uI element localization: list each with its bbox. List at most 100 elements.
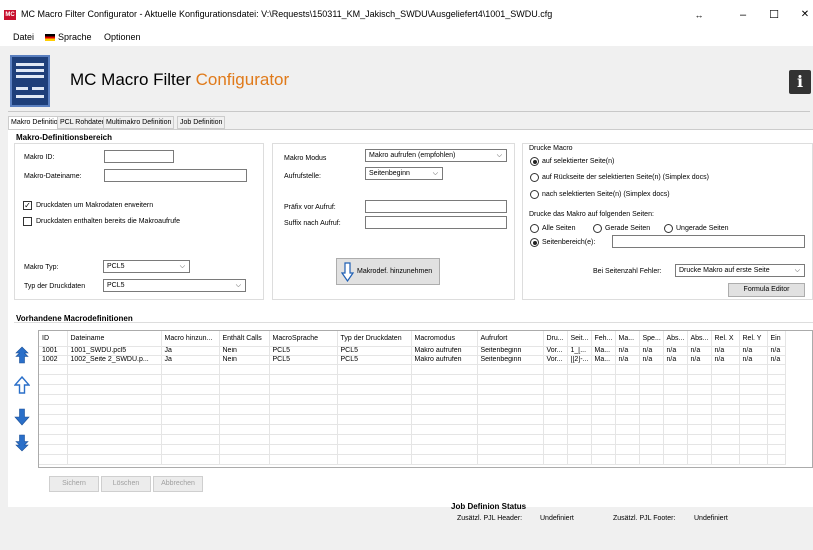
macro-definitions-table[interactable]: ID Dateiname Macro hinzun... Enthält Calls M… (38, 330, 813, 468)
empty-cell (615, 374, 640, 385)
radio-ungerade-seiten[interactable] (664, 224, 673, 233)
radio-alle-seiten[interactable] (530, 224, 539, 233)
makro-typ-select[interactable]: PCL5 ⌵ (103, 260, 190, 273)
column-header[interactable]: Enthält Calls (219, 331, 270, 347)
column-header[interactable]: Macro hinzun... (161, 331, 220, 347)
empty-cell (591, 434, 616, 445)
empty-cell (711, 424, 740, 435)
typ-druckdaten-select[interactable]: PCL5 ⌵ (103, 279, 246, 292)
move-bottom-button[interactable] (14, 434, 30, 452)
empty-cell (711, 384, 740, 395)
column-header[interactable]: Aufrufort (477, 331, 544, 347)
radio-nach[interactable] (530, 190, 539, 199)
maximize-button[interactable]: ☐ (764, 6, 784, 24)
radio-seitenbereich[interactable] (530, 238, 539, 247)
pjl-footer-value: Undefiniert (694, 515, 728, 522)
seitenzahl-fehler-select[interactable]: Drucke Makro auf erste Seite ⌵ (675, 264, 805, 277)
menu-sprache[interactable]: Sprache (45, 32, 92, 42)
formula-editor-button[interactable]: Formula Editor (728, 283, 805, 297)
column-header[interactable]: Spe... (639, 331, 664, 347)
empty-cell (543, 434, 568, 445)
restore-layout-button[interactable]: ↔ (689, 6, 709, 24)
radio-rueckseite[interactable] (530, 173, 539, 182)
makro-modus-select[interactable]: Makro aufrufen (empfohlen) ⌵ (365, 149, 507, 162)
column-header[interactable]: Ein (767, 331, 786, 347)
aufrufstelle-select[interactable]: Seitenbeginn ⌵ (365, 167, 443, 180)
table-cell: n/a (639, 346, 664, 356)
table-row[interactable]: 1002 1002_Seite 2_SWDU.p... Ja Nein PCL5 PCL5… (39, 355, 786, 365)
column-header[interactable]: Seit... (567, 331, 592, 347)
table-cell: n/a (687, 355, 712, 365)
column-header[interactable]: ID (39, 331, 68, 347)
tab-pcl-rohdaten[interactable]: PCL Rohdaten (57, 116, 109, 129)
empty-cell (739, 404, 768, 415)
empty-cell (411, 404, 478, 415)
move-down-button[interactable] (14, 408, 30, 426)
empty-cell (663, 364, 688, 375)
column-header[interactable]: Macromodus (411, 331, 478, 347)
empty-cell (411, 424, 478, 435)
column-header[interactable]: Ma... (615, 331, 640, 347)
empty-cell (767, 454, 786, 465)
radio-selektiert[interactable] (530, 157, 539, 166)
empty-cell (739, 414, 768, 425)
radio-gerade-seiten[interactable] (593, 224, 602, 233)
empty-cell (591, 454, 616, 465)
sichern-button[interactable]: Sichern (49, 476, 99, 492)
empty-cell (67, 374, 162, 385)
empty-cell (615, 434, 640, 445)
suffix-input[interactable] (365, 216, 507, 229)
column-header[interactable]: Abs... (687, 331, 712, 347)
column-header[interactable]: Typ der Druckdaten (337, 331, 412, 347)
menu-optionen[interactable]: Optionen (104, 32, 141, 42)
empty-cell (567, 364, 592, 375)
empty-cell (767, 444, 786, 455)
empty-cell (639, 384, 664, 395)
empty-cell (591, 414, 616, 425)
check-erweitern-label: Druckdaten um Makrodaten erweitern (36, 202, 154, 209)
close-button[interactable]: ✕ (795, 6, 813, 24)
table-row[interactable]: 1001 1001_SWDU.pcl5 Ja Nein PCL5 PCL5 Makro au… (39, 346, 786, 356)
loeschen-button[interactable]: Löschen (101, 476, 151, 492)
column-header[interactable]: MacroSprache (269, 331, 338, 347)
column-header[interactable]: Feh... (591, 331, 616, 347)
table-cell: n/a (639, 355, 664, 365)
empty-cell (767, 374, 786, 385)
chevron-down-icon: ⌵ (432, 170, 438, 177)
info-icon[interactable]: i (789, 70, 811, 94)
empty-row (39, 384, 786, 395)
makro-id-input[interactable] (104, 150, 174, 163)
check-enthalten[interactable] (23, 217, 32, 226)
menu-datei[interactable]: Datei (13, 32, 34, 42)
table-cell: n/a (615, 346, 640, 356)
move-top-button[interactable] (14, 346, 30, 364)
add-makrodef-button[interactable]: Makrodef. hinzunehmen (336, 258, 440, 285)
empty-cell (161, 424, 220, 435)
empty-cell (567, 424, 592, 435)
check-erweitern[interactable]: ✓ (23, 201, 32, 210)
empty-cell (67, 404, 162, 415)
minimize-button[interactable]: – (733, 6, 753, 24)
empty-cell (161, 434, 220, 445)
column-header[interactable]: Rel. Y (739, 331, 768, 347)
empty-cell (639, 364, 664, 375)
abbrechen-button[interactable]: Abbrechen (153, 476, 203, 492)
product-title: MC Macro Filter Configurator (70, 70, 289, 90)
column-header[interactable]: Dateiname (67, 331, 162, 347)
pjl-header-value: Undefiniert (540, 515, 574, 522)
makro-typ-value: PCL5 (107, 263, 125, 270)
tab-multimakro-definition[interactable]: Multimakro Definition (103, 116, 175, 129)
table-cell: Seitenbeginn (477, 355, 544, 365)
tab-job-definition[interactable]: Job Definition (177, 116, 226, 129)
column-header[interactable]: Dru... (543, 331, 568, 347)
seitenbereich-input[interactable] (612, 235, 805, 248)
table-cell: 1_[... (567, 346, 592, 356)
product-title-main: MC Macro Filter (70, 70, 196, 89)
move-up-button[interactable] (13, 375, 31, 394)
empty-cell (767, 364, 786, 375)
column-header[interactable]: Rel. X (711, 331, 740, 347)
column-header[interactable]: Abs... (663, 331, 688, 347)
empty-cell (477, 364, 544, 375)
makro-dateiname-input[interactable] (104, 169, 247, 182)
praefix-input[interactable] (365, 200, 507, 213)
